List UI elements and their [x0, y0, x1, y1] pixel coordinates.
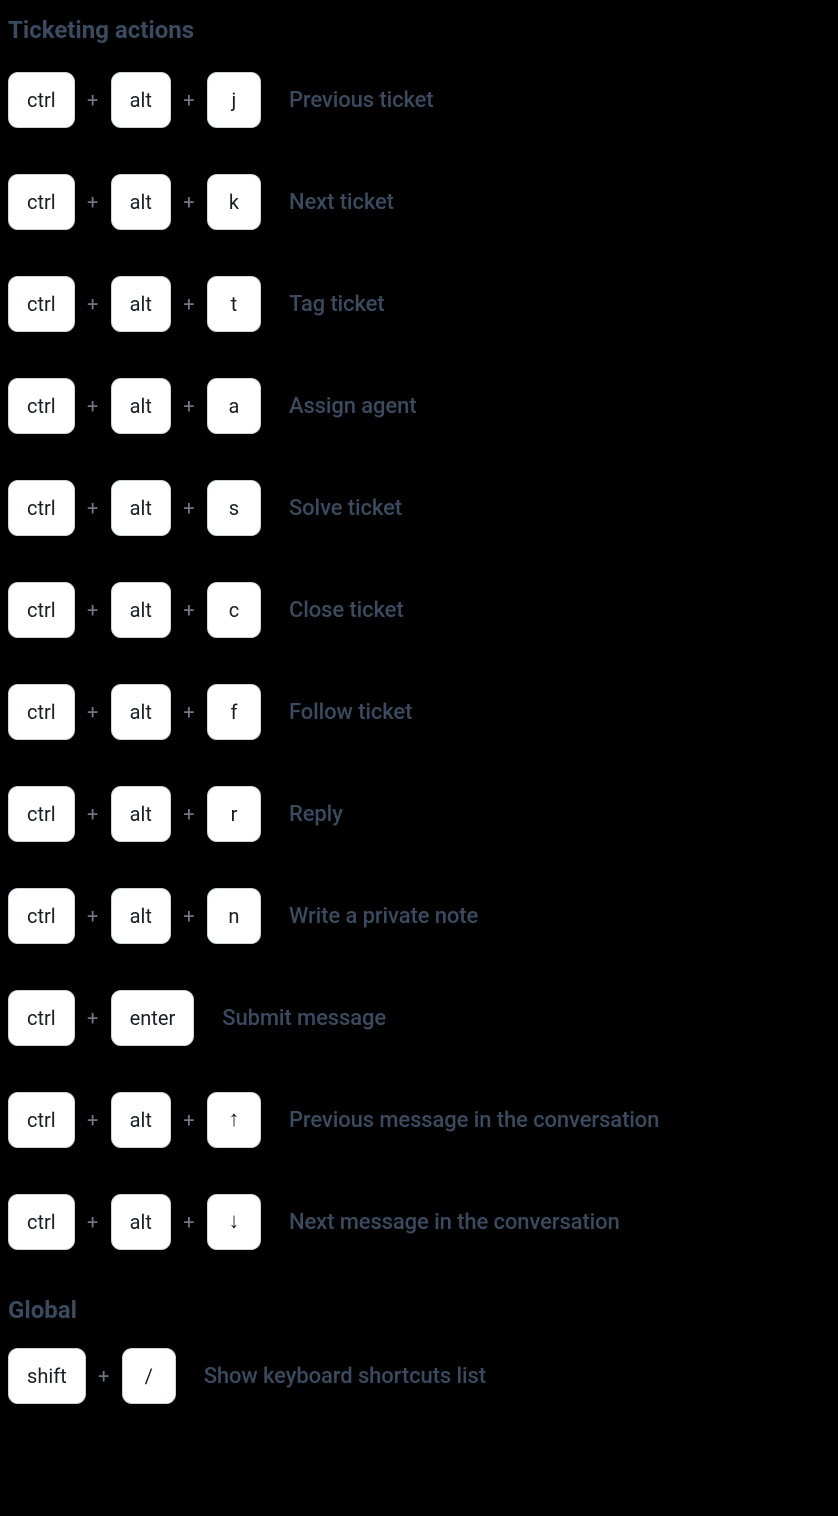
- keyboard-key: ctrl: [8, 582, 75, 638]
- keyboard-key: j: [207, 72, 261, 128]
- key-separator: +: [171, 292, 207, 316]
- key-separator: +: [171, 394, 207, 418]
- keyboard-key: ctrl: [8, 276, 75, 332]
- keyboard-key: alt: [111, 72, 171, 128]
- keyboard-key: ↓: [207, 1194, 261, 1250]
- keyboard-key: ctrl: [8, 684, 75, 740]
- keyboard-key: alt: [111, 174, 171, 230]
- key-separator: +: [75, 1108, 111, 1132]
- shortcut-description: Show keyboard shortcuts list: [204, 1364, 486, 1389]
- shortcut-description: Next ticket: [289, 190, 394, 215]
- shortcut-description: Solve ticket: [289, 496, 402, 521]
- shortcut-row: ctrl+alt+kNext ticket: [8, 174, 830, 230]
- shortcut-description: Submit message: [222, 1006, 386, 1031]
- key-separator: +: [171, 88, 207, 112]
- key-separator: +: [75, 394, 111, 418]
- key-separator: +: [171, 904, 207, 928]
- key-separator: +: [86, 1364, 122, 1388]
- keyboard-key: k: [207, 174, 261, 230]
- key-separator: +: [75, 292, 111, 316]
- key-separator: +: [75, 190, 111, 214]
- shortcut-description: Next message in the conversation: [289, 1210, 620, 1235]
- keyboard-key: alt: [111, 684, 171, 740]
- keyboard-key: ctrl: [8, 72, 75, 128]
- section-title: Ticketing actions: [8, 16, 830, 44]
- shortcut-row: ctrl+enter Submit message: [8, 990, 830, 1046]
- keyboard-key: alt: [111, 276, 171, 332]
- keyboard-key: alt: [111, 1194, 171, 1250]
- shortcut-row: ctrl+alt+aAssign agent: [8, 378, 830, 434]
- keyboard-key: /: [122, 1348, 176, 1404]
- shortcut-row: ctrl+alt+nWrite a private note: [8, 888, 830, 944]
- shortcut-description: Reply: [289, 802, 343, 827]
- keyboard-key: ctrl: [8, 786, 75, 842]
- shortcut-description: Previous message in the conversation: [289, 1108, 659, 1133]
- key-separator: +: [171, 1210, 207, 1234]
- shortcut-description: Tag ticket: [289, 292, 385, 317]
- keyboard-key: ctrl: [8, 1092, 75, 1148]
- keyboard-key: a: [207, 378, 261, 434]
- key-separator: +: [171, 802, 207, 826]
- key-separator: +: [171, 496, 207, 520]
- key-separator: +: [171, 700, 207, 724]
- section-title: Global: [8, 1296, 830, 1324]
- key-separator: +: [75, 802, 111, 826]
- shortcut-row: ctrl+alt+sSolve ticket: [8, 480, 830, 536]
- keyboard-key: alt: [111, 786, 171, 842]
- keyboard-key: s: [207, 480, 261, 536]
- shortcut-description: Write a private note: [289, 904, 478, 929]
- keyboard-key: ctrl: [8, 174, 75, 230]
- key-separator: +: [75, 1006, 111, 1030]
- keyboard-key: ctrl: [8, 480, 75, 536]
- keyboard-key: t: [207, 276, 261, 332]
- key-separator: +: [75, 88, 111, 112]
- shortcut-row: shift+/ Show keyboard shortcuts list: [8, 1348, 830, 1404]
- shortcut-row: ctrl+alt+tTag ticket: [8, 276, 830, 332]
- key-separator: +: [75, 700, 111, 724]
- shortcut-row: ctrl+alt+rReply: [8, 786, 830, 842]
- shortcut-description: Previous ticket: [289, 88, 434, 113]
- keyboard-key: alt: [111, 1092, 171, 1148]
- keyboard-key: c: [207, 582, 261, 638]
- shortcut-row: ctrl+alt+fFollow ticket: [8, 684, 830, 740]
- key-separator: +: [75, 598, 111, 622]
- shortcut-row: ctrl+alt+↓Next message in the conversati…: [8, 1194, 830, 1250]
- keyboard-key: shift: [8, 1348, 86, 1404]
- keyboard-key: r: [207, 786, 261, 842]
- key-separator: +: [75, 496, 111, 520]
- shortcuts-panel: Ticketing actionsctrl+alt+jPrevious tick…: [8, 16, 830, 1404]
- shortcut-description: Close ticket: [289, 598, 404, 623]
- keyboard-key: n: [207, 888, 261, 944]
- keyboard-key: f: [207, 684, 261, 740]
- key-separator: +: [75, 1210, 111, 1234]
- keyboard-key: ↑: [207, 1092, 261, 1148]
- keyboard-key: ctrl: [8, 990, 75, 1046]
- keyboard-key: alt: [111, 480, 171, 536]
- shortcut-description: Assign agent: [289, 394, 417, 419]
- keyboard-key: ctrl: [8, 888, 75, 944]
- keyboard-key: alt: [111, 378, 171, 434]
- shortcut-row: ctrl+alt+↑Previous message in the conver…: [8, 1092, 830, 1148]
- key-separator: +: [75, 904, 111, 928]
- keyboard-key: alt: [111, 582, 171, 638]
- keyboard-key: alt: [111, 888, 171, 944]
- keyboard-key: enter: [111, 990, 195, 1046]
- key-separator: +: [171, 1108, 207, 1132]
- shortcut-description: Follow ticket: [289, 700, 412, 725]
- keyboard-key: ctrl: [8, 1194, 75, 1250]
- key-separator: +: [171, 598, 207, 622]
- key-separator: +: [171, 190, 207, 214]
- keyboard-key: ctrl: [8, 378, 75, 434]
- shortcut-row: ctrl+alt+jPrevious ticket: [8, 72, 830, 128]
- shortcut-row: ctrl+alt+cClose ticket: [8, 582, 830, 638]
